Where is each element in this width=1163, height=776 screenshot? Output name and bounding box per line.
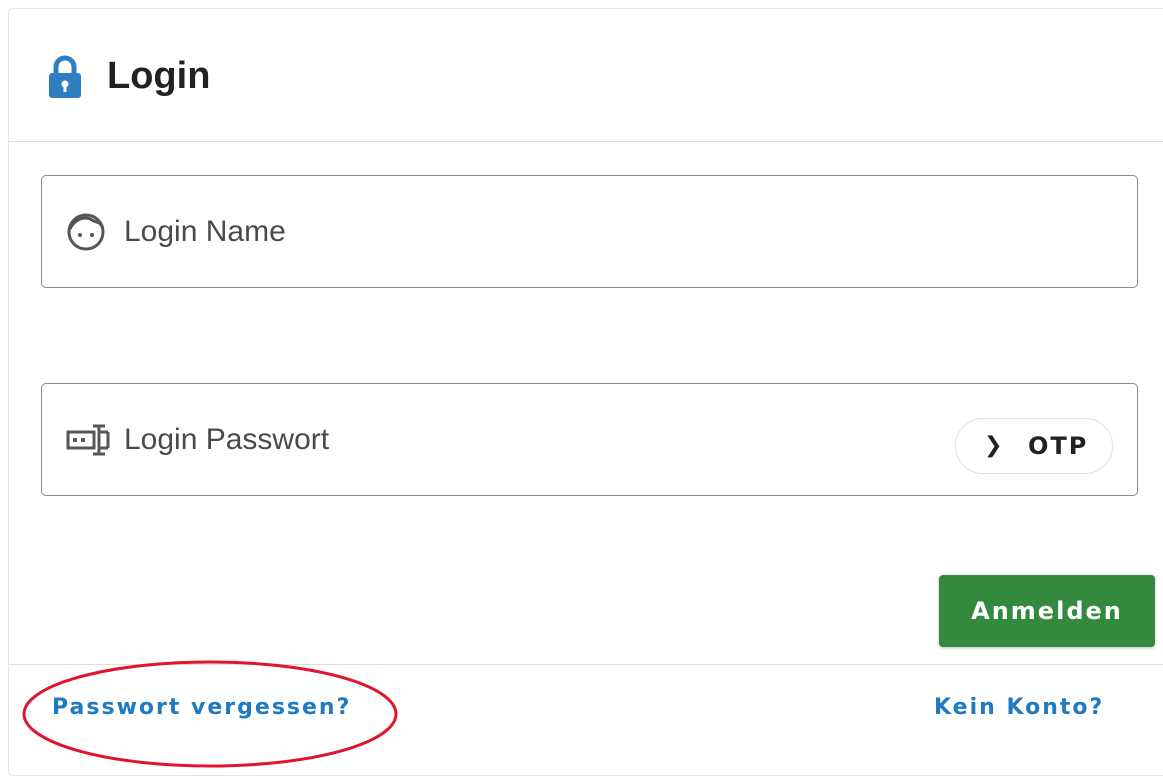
login-submit-button[interactable]: Anmelden — [939, 575, 1155, 647]
otp-button[interactable]: ❯ OTP — [955, 418, 1113, 474]
chevron-right-icon: ❯ — [984, 433, 1005, 458]
login-card: Login Login Name Login Passwort ❯ OTP An… — [8, 8, 1163, 776]
lock-icon — [49, 55, 81, 98]
password-field-icon — [66, 424, 110, 456]
card-header: Login — [9, 9, 1163, 142]
login-name-placeholder: Login Name — [124, 215, 286, 248]
footer-divider — [9, 664, 1163, 665]
otp-button-label: OTP — [1028, 432, 1089, 460]
no-account-link[interactable]: Kein Konto? — [934, 694, 1104, 722]
login-password-field[interactable]: Login Passwort ❯ OTP — [41, 383, 1138, 496]
login-password-placeholder: Login Passwort — [124, 423, 330, 456]
page-title: Login — [107, 55, 211, 97]
face-icon — [67, 213, 105, 251]
login-name-field[interactable]: Login Name — [41, 175, 1138, 288]
forgot-password-link[interactable]: Passwort vergessen? — [52, 694, 351, 722]
